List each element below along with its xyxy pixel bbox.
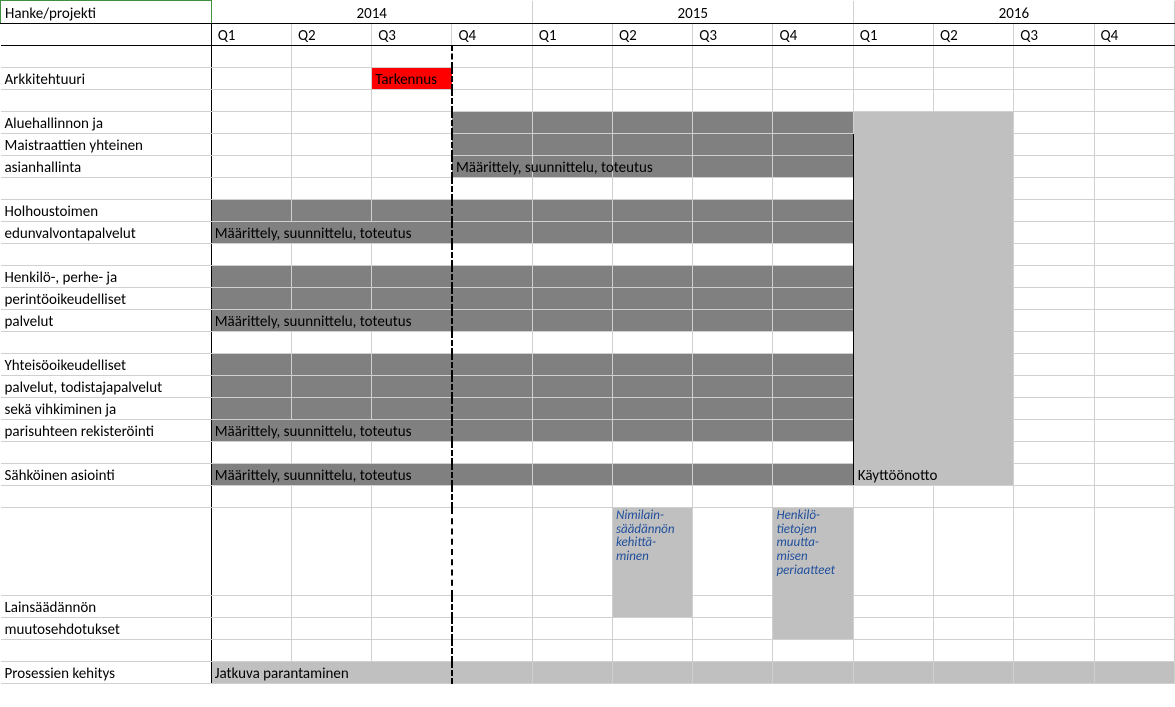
row-arkkitehtuuri: Arkkitehtuuri Tarkennus <box>1 68 1175 90</box>
row-label: Maistraattien yhteinen <box>1 134 212 156</box>
bar-maarittely: Määrittely, suunnittelu, toteutus <box>211 420 452 442</box>
q: Q3 <box>693 24 773 46</box>
gantt-table: Hanke/projekti 2014 2015 2016 Q1 Q2 Q3 Q… <box>0 0 1175 684</box>
row-label: Holhoustoimen <box>1 200 212 222</box>
spacer-row <box>1 640 1175 662</box>
row-lainsaadanto: muutosehdotukset <box>1 618 1175 640</box>
q: Q2 <box>612 24 692 46</box>
q: Q4 <box>773 24 853 46</box>
bar-maarittely: Määrittely, suunnittelu, toteutus <box>211 222 452 244</box>
q: Q1 <box>532 24 612 46</box>
bar-maarittely: Määrittely, suunnittelu, toteutus <box>452 156 532 178</box>
gantt-sheet: Hanke/projekti 2014 2015 2016 Q1 Q2 Q3 Q… <box>0 0 1175 684</box>
row-label: perintöoikeudelliset <box>1 288 212 310</box>
box-henkilotietojen: Henkilö- tietojen muutta- misen periaatt… <box>773 508 853 640</box>
row-label: Aluehallinnon ja <box>1 112 212 134</box>
header-year-2016: 2016 <box>853 1 1174 24</box>
row-label: Yhteisöoikeudelliset <box>1 354 212 376</box>
q: Q2 <box>934 24 1014 46</box>
q: Q4 <box>452 24 532 46</box>
row-label: Henkilö-, perhe- ja <box>1 266 212 288</box>
header-hanke: Hanke/projekti <box>1 1 212 24</box>
header-row-quarters: Q1 Q2 Q3 Q4 Q1 Q2 Q3 Q4 Q1 Q2 Q3 Q4 <box>1 24 1175 46</box>
header-year-2014: 2014 <box>211 1 532 24</box>
header-row-years: Hanke/projekti 2014 2015 2016 <box>1 1 1175 24</box>
kayttoonotto-label: Käyttöönotto <box>854 467 1014 485</box>
q: Q1 <box>211 24 291 46</box>
q: Q3 <box>1014 24 1094 46</box>
spacer-row <box>1 90 1175 112</box>
row-prosessien: Prosessien kehitys Jatkuva parantaminen <box>1 662 1175 684</box>
row-aluehallinto: Aluehallinnon ja Käyttöönotto <box>1 112 1175 134</box>
row-lainsaadanto: Nimilain- säädännön kehittä- minen Henki… <box>1 508 1175 596</box>
q: Q4 <box>1094 24 1174 46</box>
row-label: edunvalvontapalvelut <box>1 222 212 244</box>
row-label: palvelut, todistajapalvelut <box>1 376 212 398</box>
box-nimilain: Nimilain- säädännön kehittä- minen <box>612 508 692 618</box>
row-label: parisuhteen rekisteröinti <box>1 420 212 442</box>
header-blank <box>1 24 212 46</box>
bar-maarittely: Määrittely, suunnittelu, toteutus <box>211 464 452 486</box>
bar-kayttoonotto: Käyttöönotto <box>853 112 1014 486</box>
bar-jatkuva: Jatkuva parantaminen <box>211 662 452 684</box>
bar-maarittely: Määrittely, suunnittelu, toteutus <box>211 310 452 332</box>
row-label: palvelut <box>1 310 212 332</box>
header-year-2015: 2015 <box>532 1 853 24</box>
bar-tarkennus: Tarkennus <box>372 68 452 90</box>
row-lainsaadanto: Lainsäädännön <box>1 596 1175 618</box>
spacer-row <box>1 46 1175 68</box>
row-label: Sähköinen asiointi <box>1 464 212 486</box>
q: Q2 <box>291 24 371 46</box>
row-label: Lainsäädännön <box>1 596 212 618</box>
spacer-row <box>1 486 1175 508</box>
row-label: sekä vihkiminen ja <box>1 398 212 420</box>
row-label: asianhallinta <box>1 156 212 178</box>
row-label: Arkkitehtuuri <box>1 68 212 90</box>
row-label: Prosessien kehitys <box>1 662 212 684</box>
row-label: muutosehdotukset <box>1 618 212 640</box>
q: Q1 <box>853 24 933 46</box>
q: Q3 <box>372 24 452 46</box>
